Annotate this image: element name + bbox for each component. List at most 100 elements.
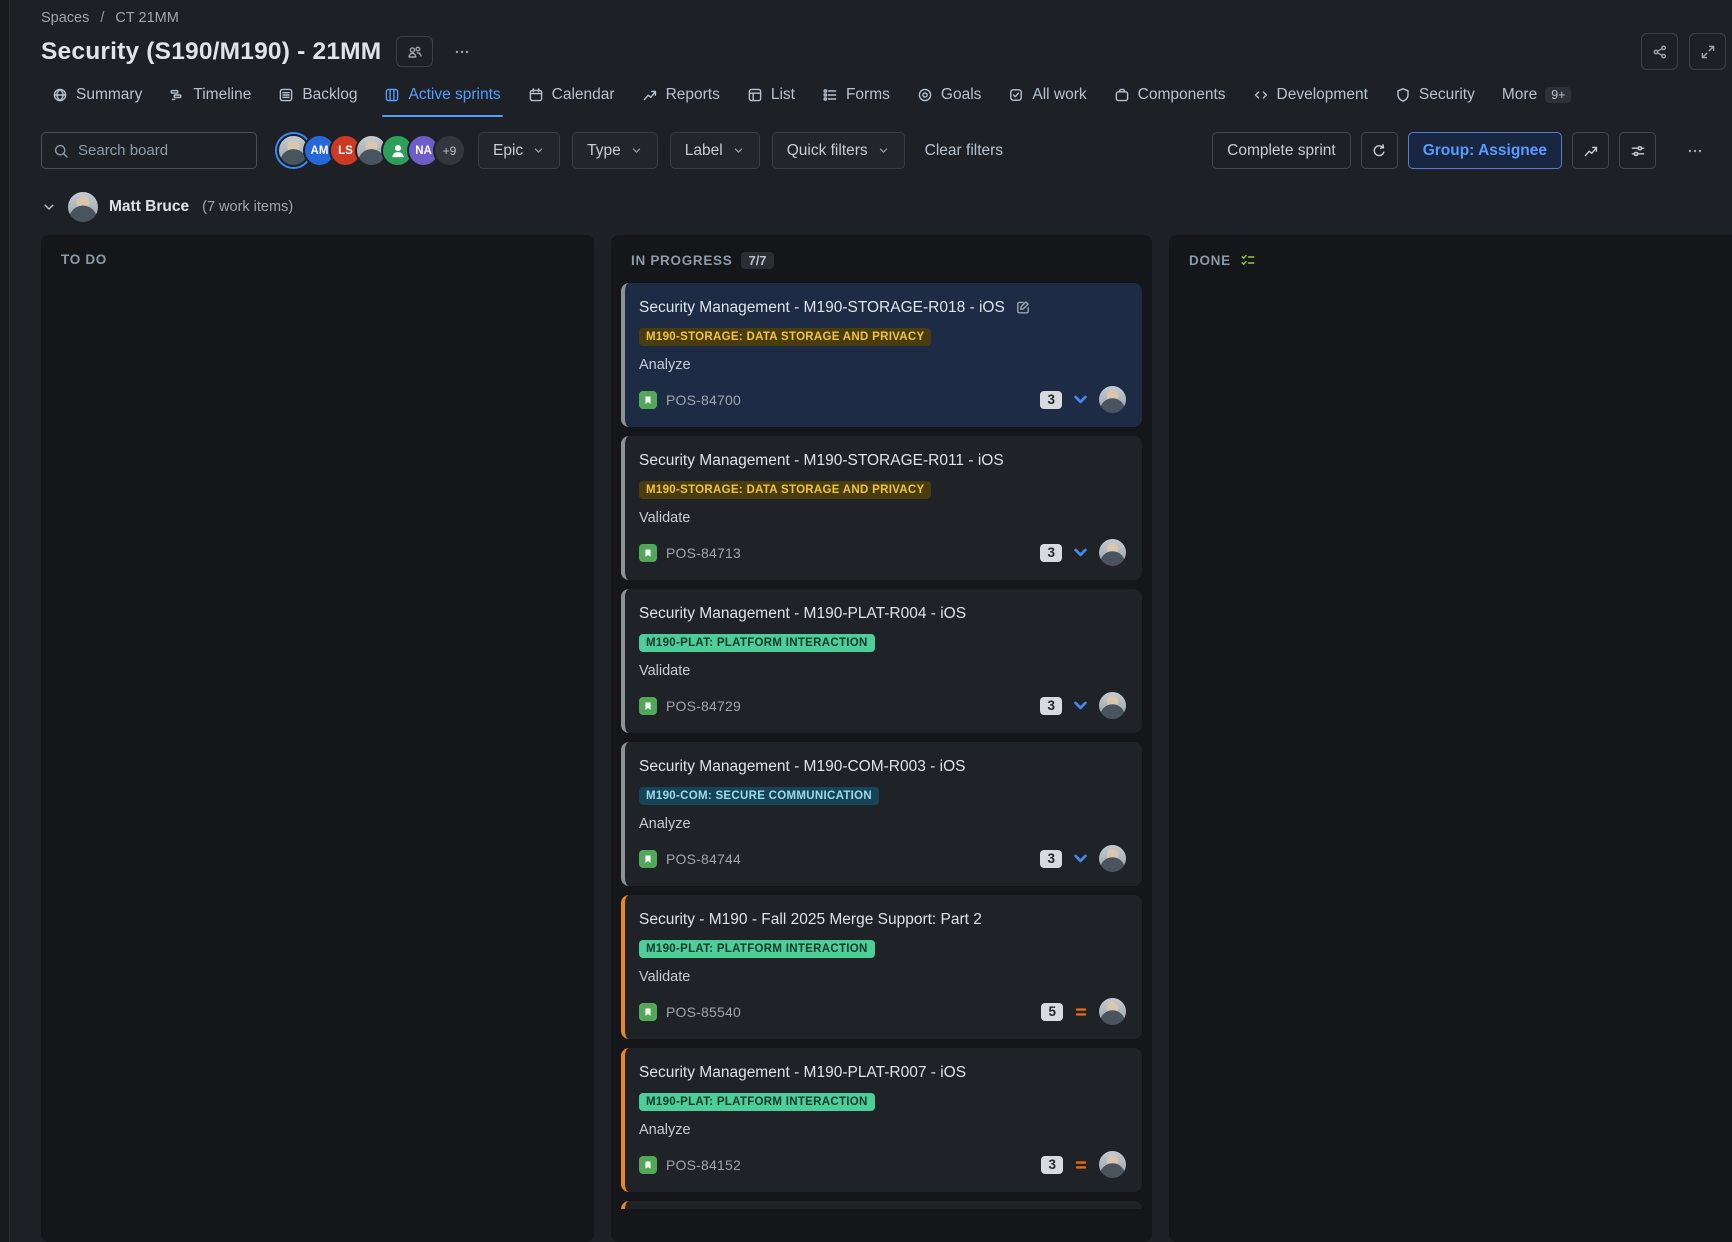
card-footer: POS-855405 xyxy=(639,998,1126,1025)
chevron-down-icon xyxy=(532,144,545,157)
card-footer: POS-847133 xyxy=(639,539,1126,566)
story-type-icon xyxy=(639,391,657,409)
tab-reports[interactable]: Reports xyxy=(631,79,731,117)
card-footer-right: 3 xyxy=(1041,1151,1126,1178)
filter-label: Type xyxy=(587,142,621,160)
story-points-badge: 3 xyxy=(1040,544,1062,562)
filter-buttons: Epic Type Label Quick filters xyxy=(478,132,905,169)
card-title: Security Management - M190-COM-R003 - iO… xyxy=(639,757,965,777)
priority-low-icon xyxy=(1072,697,1089,714)
clear-filters-button[interactable]: Clear filters xyxy=(925,142,1003,160)
priority-low-icon xyxy=(1072,544,1089,561)
card-issue-key: POS-84152 xyxy=(666,1157,741,1173)
board-more-button[interactable] xyxy=(447,37,477,67)
chevron-down-icon xyxy=(732,144,745,157)
board-card-partial[interactable] xyxy=(621,1201,1142,1209)
avatar-overflow-count[interactable]: +9 xyxy=(433,134,466,167)
complete-sprint-button[interactable]: Complete sprint xyxy=(1212,132,1351,169)
tab-forms[interactable]: Forms xyxy=(811,79,901,117)
toolbar-right: Complete sprint Group: Assignee xyxy=(1212,132,1710,169)
board-card[interactable]: Security Management - M190-PLAT-R004 - i… xyxy=(621,589,1142,733)
search-board[interactable] xyxy=(41,132,257,169)
card-title-row: Security Management - M190-PLAT-R007 - i… xyxy=(639,1063,1126,1083)
filter-label-dropdown[interactable]: Label xyxy=(670,132,760,169)
chevron-down-icon xyxy=(877,144,890,157)
assignee-avatar xyxy=(1099,539,1126,566)
insights-chart-icon xyxy=(1583,143,1599,159)
tab-components[interactable]: Components xyxy=(1103,79,1237,117)
breadcrumb-separator: / xyxy=(100,10,104,26)
tab-label: More xyxy=(1502,86,1537,104)
expand-icon xyxy=(1700,44,1716,60)
board-icon xyxy=(384,87,400,103)
filter-label: Label xyxy=(685,142,723,160)
board-toolbar: AMLSNA+9 EpicTypeLabelQuick filters Clea… xyxy=(41,132,1732,169)
fullscreen-button[interactable] xyxy=(1689,33,1726,70)
card-status-text: Validate xyxy=(639,969,1126,985)
card-title: Security Management - M190-STORAGE-R011 … xyxy=(639,451,1004,471)
share-icon xyxy=(1652,44,1668,60)
search-input[interactable] xyxy=(78,142,245,159)
components-icon xyxy=(1114,87,1130,103)
insights-button[interactable] xyxy=(1572,132,1609,169)
assignee-avatar xyxy=(1099,845,1126,872)
filter-type-dropdown[interactable]: Type xyxy=(572,132,658,169)
card-issue-key: POS-84744 xyxy=(666,851,741,867)
breadcrumb-item-spaces[interactable]: Spaces xyxy=(41,10,89,26)
view-settings-button[interactable] xyxy=(1619,132,1656,169)
tab-calendar[interactable]: Calendar xyxy=(517,79,626,117)
filter-epic-dropdown[interactable]: Epic xyxy=(478,132,560,169)
share-button[interactable] xyxy=(1641,33,1678,70)
card-epic-tag: M190-PLAT: PLATFORM INTERACTION xyxy=(639,940,875,958)
backlog-icon xyxy=(278,87,294,103)
edit-summary-button[interactable] xyxy=(1015,299,1031,315)
tab-label: Backlog xyxy=(302,86,357,104)
group-by-assignee-button[interactable]: Group: Assignee xyxy=(1408,132,1562,169)
tab-more[interactable]: More9+ xyxy=(1491,79,1583,117)
card-footer-right: 3 xyxy=(1040,845,1126,872)
settings-sliders-icon xyxy=(1630,143,1646,159)
board-card[interactable]: Security Management - M190-STORAGE-R011 … xyxy=(621,436,1142,580)
tab-timeline[interactable]: Timeline xyxy=(158,79,262,117)
filter-label: Epic xyxy=(493,142,523,160)
globe-icon xyxy=(52,87,68,103)
card-issue-key: POS-85540 xyxy=(666,1004,741,1020)
filter-quick-filters-dropdown[interactable]: Quick filters xyxy=(772,132,905,169)
assignee-avatar xyxy=(1099,998,1126,1025)
tab-backlog[interactable]: Backlog xyxy=(267,79,368,117)
tab-active-sprints[interactable]: Active sprints xyxy=(373,79,511,117)
tab-label: Summary xyxy=(76,86,142,104)
card-title: Security Management - M190-STORAGE-R018 … xyxy=(639,298,1005,318)
story-type-icon xyxy=(639,544,657,562)
assignee-avatar xyxy=(1099,692,1126,719)
tab-goals[interactable]: Goals xyxy=(906,79,993,117)
ellipsis-icon xyxy=(454,44,470,60)
collapse-group-chevron-icon[interactable] xyxy=(41,199,57,215)
board-card[interactable]: Security Management - M190-STORAGE-R018 … xyxy=(621,283,1142,427)
done-checklist-icon xyxy=(1240,252,1256,268)
more-options-button[interactable] xyxy=(1680,136,1710,166)
tab-development[interactable]: Development xyxy=(1242,79,1379,117)
board-people-button[interactable] xyxy=(396,36,433,67)
priority-low-icon xyxy=(1072,391,1089,408)
board-card[interactable]: Security - M190 - Fall 2025 Merge Suppor… xyxy=(621,895,1142,1039)
card-title: Security Management - M190-PLAT-R007 - i… xyxy=(639,1063,966,1083)
breadcrumb-item-ct-21mm[interactable]: CT 21MM xyxy=(115,10,178,26)
column-in-progress: IN PROGRESS7/7Security Management - M190… xyxy=(611,235,1152,1242)
tab-security[interactable]: Security xyxy=(1384,79,1486,117)
story-points-badge: 3 xyxy=(1040,391,1062,409)
board-card[interactable]: Security Management - M190-COM-R003 - iO… xyxy=(621,742,1142,886)
card-title-row: Security Management - M190-STORAGE-R018 … xyxy=(639,298,1126,318)
feedback-loop-button[interactable] xyxy=(1361,132,1398,169)
card-epic-tag: M190-PLAT: PLATFORM INTERACTION xyxy=(639,634,875,652)
story-type-icon xyxy=(639,1003,657,1021)
card-epic-tag: M190-STORAGE: DATA STORAGE AND PRIVACY xyxy=(639,328,931,346)
tab-all-work[interactable]: All work xyxy=(997,79,1097,117)
tab-summary[interactable]: Summary xyxy=(41,79,153,117)
story-type-icon xyxy=(639,1156,657,1174)
tab-list[interactable]: List xyxy=(736,79,806,117)
shield-icon xyxy=(1395,87,1411,103)
card-title: Security - M190 - Fall 2025 Merge Suppor… xyxy=(639,910,982,930)
board-card[interactable]: Security Management - M190-PLAT-R007 - i… xyxy=(621,1048,1142,1192)
tab-label: Components xyxy=(1138,86,1226,104)
